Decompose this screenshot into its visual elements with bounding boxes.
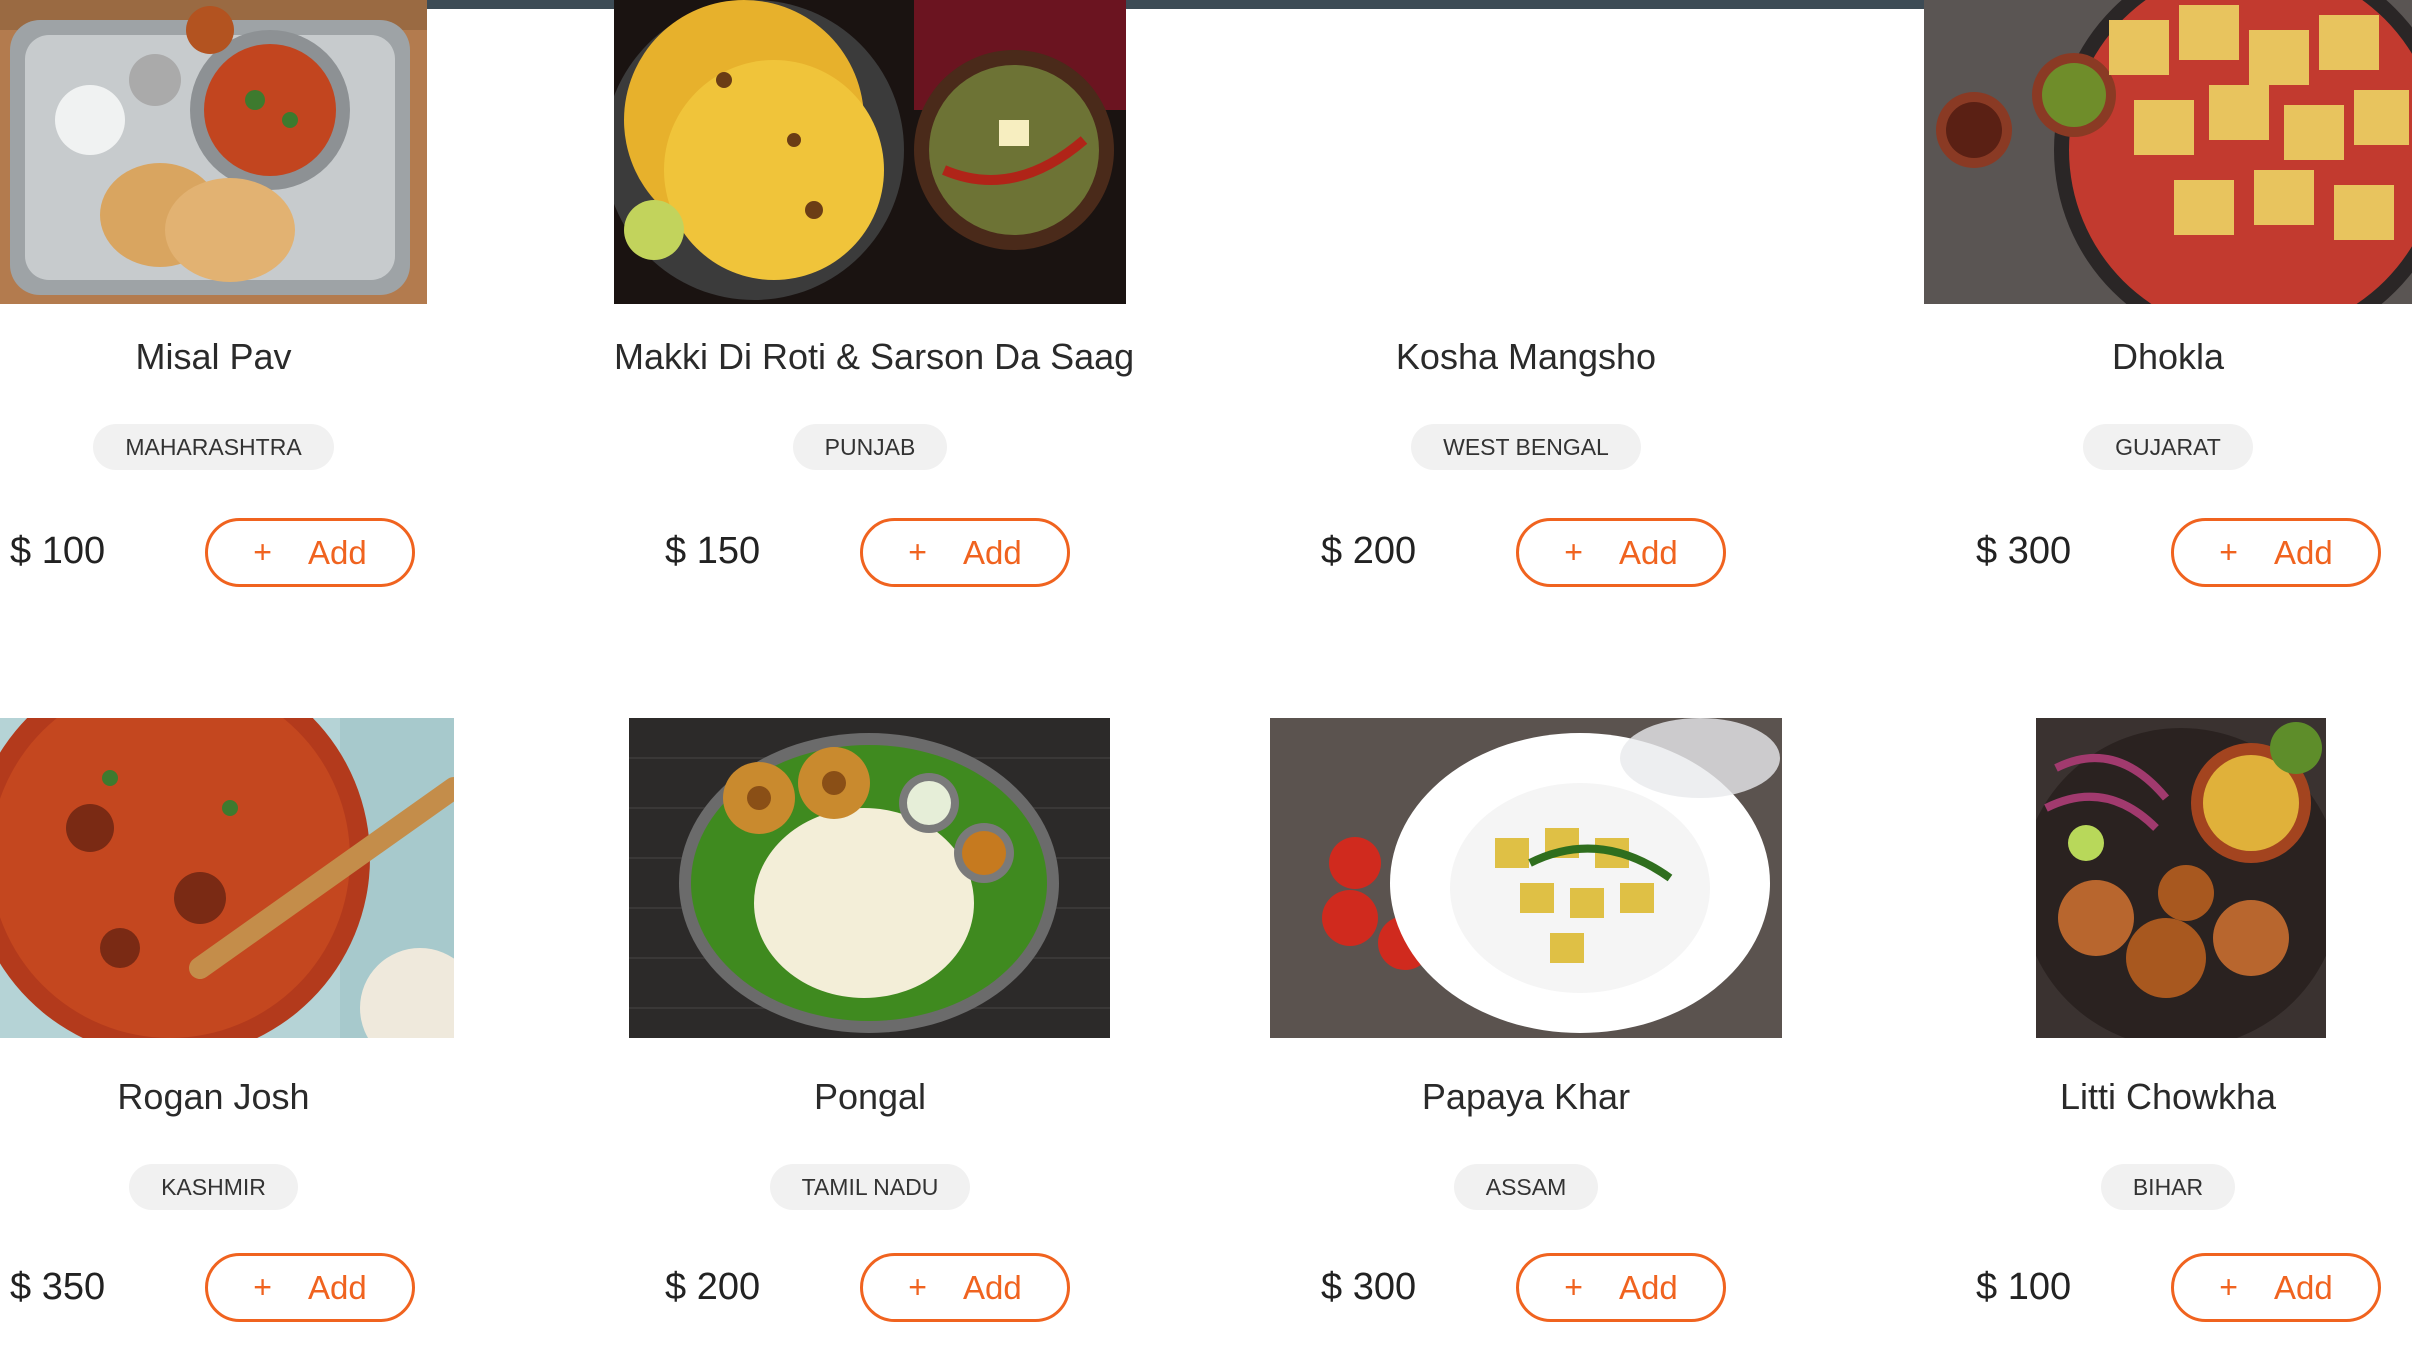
add-button-label: Add bbox=[1618, 1268, 1678, 1306]
dish-name: Pongal bbox=[813, 1076, 927, 1117]
plus-icon: + bbox=[908, 534, 927, 570]
dish-card: Papaya Khar ASSAM $ 300 + Add bbox=[1270, 718, 1925, 1358]
dish-price: $ 200 bbox=[1321, 530, 1417, 572]
dish-price: $ 150 bbox=[665, 530, 761, 572]
plus-icon: + bbox=[908, 1269, 927, 1305]
region-badge: GUJARAT bbox=[2083, 424, 2253, 470]
litti-chowkha-image bbox=[2036, 718, 2326, 1038]
add-button-label: Add bbox=[2273, 1268, 2333, 1306]
add-button-label: Add bbox=[962, 533, 1022, 571]
dish-name: Rogan Josh bbox=[117, 1076, 310, 1117]
region-badge: ASSAM bbox=[1453, 1164, 1599, 1210]
plus-icon: + bbox=[253, 534, 272, 570]
papaya-khar-image bbox=[1270, 718, 1782, 1038]
add-button-label: Add bbox=[307, 533, 367, 571]
add-to-cart-button[interactable]: + Add bbox=[205, 1253, 415, 1322]
dish-card: Makki Di Roti & Sarson Da Saag PUNJAB $ … bbox=[614, 0, 1269, 640]
plus-icon: + bbox=[1564, 534, 1583, 570]
dish-price: $ 100 bbox=[10, 530, 106, 572]
dish-price: $ 350 bbox=[10, 1266, 106, 1308]
dhokla-image bbox=[1924, 0, 2412, 304]
pongal-image bbox=[629, 718, 1110, 1038]
rogan-josh-image bbox=[0, 718, 454, 1038]
dish-name: Papaya Khar bbox=[1421, 1076, 1631, 1117]
dish-card: Kosha Mangsho WEST BENGAL $ 200 + Add bbox=[1270, 0, 1925, 640]
add-to-cart-button[interactable]: + Add bbox=[205, 518, 415, 587]
dish-card: Misal Pav MAHARASHTRA $ 100 + Add bbox=[0, 0, 655, 640]
kosha-mangsho-image-placeholder bbox=[1270, 0, 1782, 304]
region-badge: KASHMIR bbox=[129, 1164, 298, 1210]
region-badge: TAMIL NADU bbox=[769, 1164, 971, 1210]
dish-price: $ 300 bbox=[1976, 530, 2072, 572]
add-to-cart-button[interactable]: + Add bbox=[1516, 1253, 1726, 1322]
dish-price: $ 300 bbox=[1321, 1266, 1417, 1308]
dish-card: Litti Chowkha BIHAR $ 100 + Add bbox=[1924, 718, 2412, 1358]
dish-name: Misal Pav bbox=[135, 336, 292, 377]
dish-card: Dhokla GUJARAT $ 300 + Add bbox=[1924, 0, 2412, 640]
plus-icon: + bbox=[2219, 1269, 2238, 1305]
dish-name: Kosha Mangsho bbox=[1395, 336, 1657, 377]
dish-card: Rogan Josh KASHMIR $ 350 + Add bbox=[0, 718, 655, 1358]
makki-roti-saag-image bbox=[614, 0, 1126, 304]
add-button-label: Add bbox=[307, 1268, 367, 1306]
region-badge: BIHAR bbox=[2100, 1164, 2236, 1210]
region-badge: WEST BENGAL bbox=[1411, 424, 1641, 470]
misal-pav-image bbox=[0, 0, 427, 304]
dish-name: Makki Di Roti & Sarson Da Saag bbox=[614, 336, 1135, 377]
region-badge: PUNJAB bbox=[792, 424, 948, 470]
dish-price: $ 100 bbox=[1976, 1266, 2072, 1308]
plus-icon: + bbox=[253, 1269, 272, 1305]
region-badge: MAHARASHTRA bbox=[93, 424, 334, 470]
add-button-label: Add bbox=[2273, 533, 2333, 571]
dish-price: $ 200 bbox=[665, 1266, 761, 1308]
plus-icon: + bbox=[2219, 534, 2238, 570]
add-to-cart-button[interactable]: + Add bbox=[2171, 1253, 2381, 1322]
dish-card: Pongal TAMIL NADU $ 200 + Add bbox=[614, 718, 1269, 1358]
dish-name: Litti Chowkha bbox=[2059, 1076, 2277, 1117]
add-button-label: Add bbox=[1618, 533, 1678, 571]
add-to-cart-button[interactable]: + Add bbox=[2171, 518, 2381, 587]
plus-icon: + bbox=[1564, 1269, 1583, 1305]
add-to-cart-button[interactable]: + Add bbox=[860, 1253, 1070, 1322]
add-button-label: Add bbox=[962, 1268, 1022, 1306]
dish-name: Dhokla bbox=[2111, 336, 2225, 377]
add-to-cart-button[interactable]: + Add bbox=[1516, 518, 1726, 587]
add-to-cart-button[interactable]: + Add bbox=[860, 518, 1070, 587]
